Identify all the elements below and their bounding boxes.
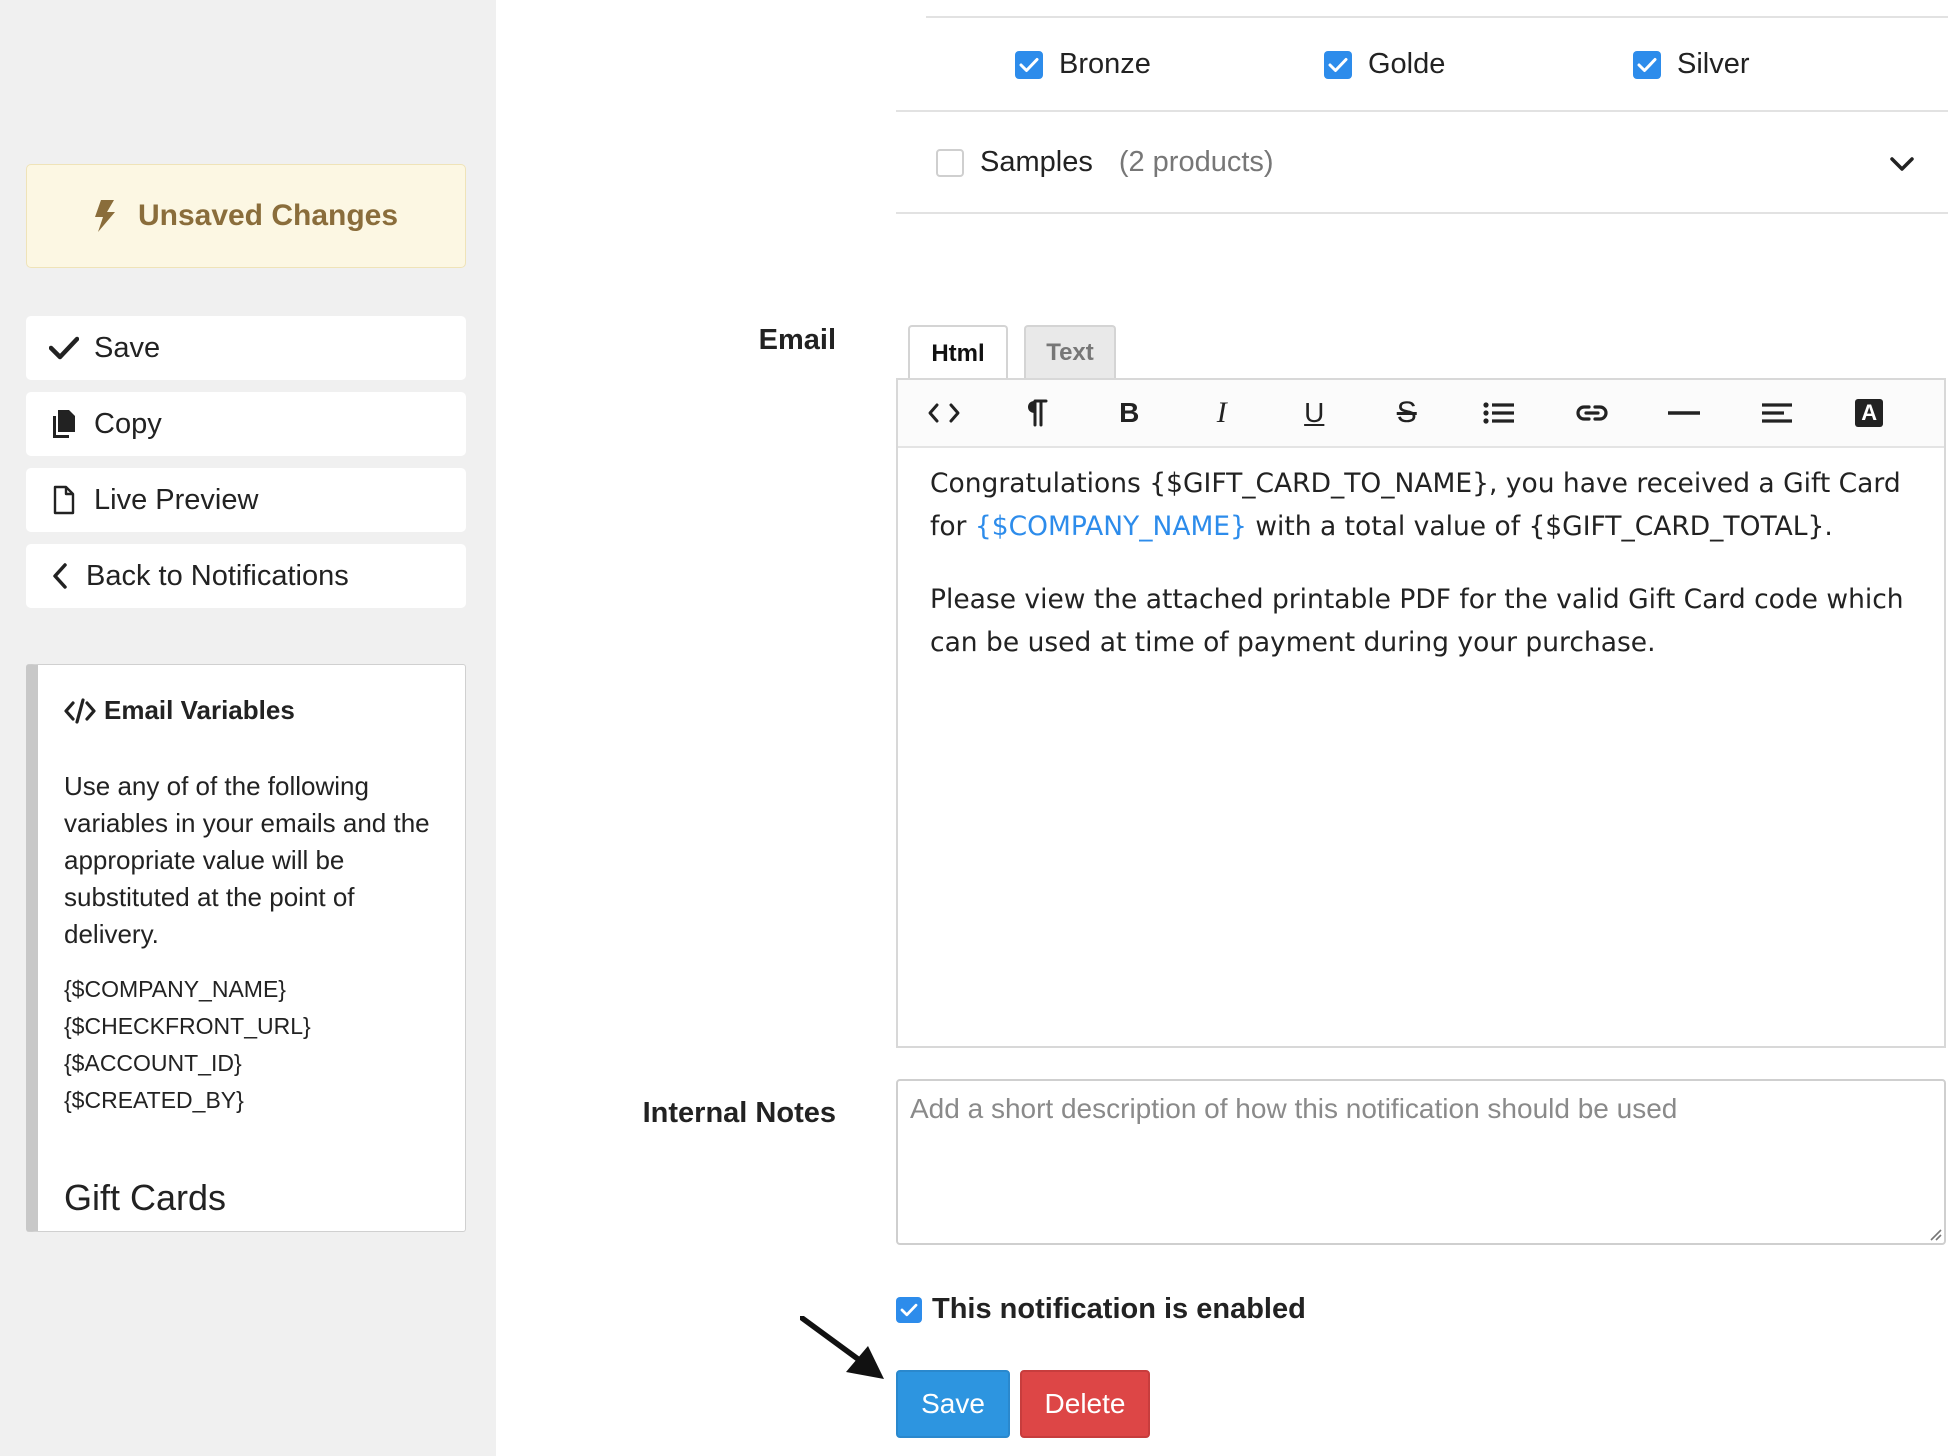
group-checkbox-samples[interactable]: Samples (2 products): [936, 146, 1274, 179]
horizontal-rule-button[interactable]: [1638, 379, 1731, 447]
horizontal-rule-icon: [1668, 411, 1701, 415]
font-color-icon: A: [1855, 399, 1884, 427]
align-left-icon: [1761, 403, 1792, 423]
group-checkbox-silver[interactable]: Silver: [1633, 48, 1750, 81]
enabled-checkbox-row[interactable]: This notification is enabled: [896, 1293, 1306, 1326]
tab-html[interactable]: Html: [908, 325, 1008, 381]
sidebar-live-preview-button[interactable]: Live Preview: [26, 468, 466, 532]
email-variables-title: Email Variables: [64, 695, 439, 726]
group-checkbox-golde[interactable]: Golde: [1324, 48, 1445, 81]
checkbox-checked-icon[interactable]: [1633, 50, 1661, 79]
copy-icon: [48, 408, 80, 440]
email-editor[interactable]: B I U S A Congratulations {$GIFT_CARD_TO…: [896, 378, 1946, 1048]
delete-button[interactable]: Delete: [1020, 1370, 1150, 1438]
chevron-left-icon: [48, 560, 72, 592]
group-label: Golde: [1368, 48, 1446, 80]
unsaved-changes-label: Unsaved Changes: [137, 199, 399, 232]
variable-item: {$CREATED_BY}: [64, 1087, 244, 1113]
italic-button[interactable]: I: [1176, 379, 1269, 447]
editor-paragraph: Congratulations {$GIFT_CARD_TO_NAME}, yo…: [930, 462, 1910, 548]
sidebar-save-button[interactable]: Save: [26, 316, 466, 380]
editor-toolbar: B I U S A: [898, 380, 1944, 448]
code-view-button[interactable]: [898, 379, 991, 447]
align-button[interactable]: [1731, 379, 1824, 447]
font-color-button[interactable]: A: [1823, 379, 1916, 447]
resize-handle-icon[interactable]: [1926, 1225, 1942, 1241]
samples-count: (2 products): [1118, 146, 1274, 178]
enabled-label: This notification is enabled: [932, 1293, 1306, 1325]
email-variables-panel: Email Variables Use any of of the follow…: [26, 664, 466, 1232]
internal-notes-placeholder: Add a short description of how this noti…: [910, 1093, 1678, 1124]
paragraph-button[interactable]: [991, 379, 1084, 447]
email-variables-description: Use any of of the following variables in…: [64, 771, 430, 949]
strikethrough-button[interactable]: S: [1361, 379, 1454, 447]
file-icon: [48, 484, 80, 516]
chevron-down-icon[interactable]: [1888, 150, 1916, 178]
divider: [926, 16, 1948, 18]
sidebar-back-label: Back to Notifications: [86, 559, 349, 592]
group-checkbox-bronze[interactable]: Bronze: [1015, 48, 1151, 81]
gift-cards-heading: Gift Cards: [64, 1177, 227, 1218]
variable-item: {$CHECKFRONT_URL}: [64, 1013, 311, 1039]
link-icon: [1576, 405, 1608, 421]
email-variables-title-text: Email Variables: [104, 695, 295, 725]
arrow-icon: [800, 1316, 884, 1379]
samples-label: Samples: [980, 146, 1093, 178]
checkbox-checked-icon[interactable]: [1324, 50, 1352, 79]
link-button[interactable]: [1546, 379, 1639, 447]
editor-content[interactable]: Congratulations {$GIFT_CARD_TO_NAME}, yo…: [898, 448, 1944, 664]
group-label: Silver: [1677, 48, 1750, 80]
variable-item: {$COMPANY_NAME}: [64, 976, 286, 1002]
bold-button[interactable]: B: [1083, 379, 1176, 447]
sidebar-copy-label: Copy: [94, 407, 162, 440]
internal-notes-textarea[interactable]: Add a short description of how this noti…: [896, 1079, 1946, 1245]
email-variables-list: {$COMPANY_NAME} {$CHECKFRONT_URL} {$ACCO…: [64, 971, 439, 1119]
editor-text: with a total value of {$GIFT_CARD_TOTAL}…: [1246, 511, 1833, 542]
list-icon: [1483, 402, 1515, 424]
save-button[interactable]: Save: [896, 1370, 1010, 1438]
checkbox-checked-icon[interactable]: [1015, 50, 1043, 79]
code-view-icon: [928, 403, 960, 423]
check-icon: [48, 332, 80, 364]
sidebar-save-label: Save: [94, 331, 161, 364]
sidebar-back-button[interactable]: Back to Notifications: [26, 544, 466, 608]
underline-button[interactable]: U: [1268, 379, 1361, 447]
list-button[interactable]: [1453, 379, 1546, 447]
code-icon: [64, 697, 96, 724]
checkbox-checked-icon[interactable]: [896, 1296, 922, 1323]
paragraph-icon: [1027, 399, 1048, 427]
divider: [896, 110, 1948, 112]
tab-text[interactable]: Text: [1024, 325, 1116, 379]
bolt-icon: [94, 200, 115, 232]
sidebar-copy-button[interactable]: Copy: [26, 392, 466, 456]
editor-paragraph: Please view the attached printable PDF f…: [930, 584, 1904, 658]
divider: [896, 212, 1948, 214]
unsaved-changes-banner: Unsaved Changes: [26, 164, 466, 268]
sidebar: Unsaved Changes Save Copy Live Preview B…: [0, 0, 496, 1456]
internal-notes-label: Internal Notes: [642, 1097, 836, 1129]
company-name-variable-link[interactable]: {$COMPANY_NAME}: [975, 511, 1247, 542]
checkbox-unchecked-icon[interactable]: [936, 148, 964, 177]
variable-item: {$ACCOUNT_ID}: [64, 1050, 242, 1076]
group-label: Bronze: [1059, 48, 1151, 80]
sidebar-live-preview-label: Live Preview: [94, 483, 259, 516]
email-label: Email: [758, 324, 836, 356]
